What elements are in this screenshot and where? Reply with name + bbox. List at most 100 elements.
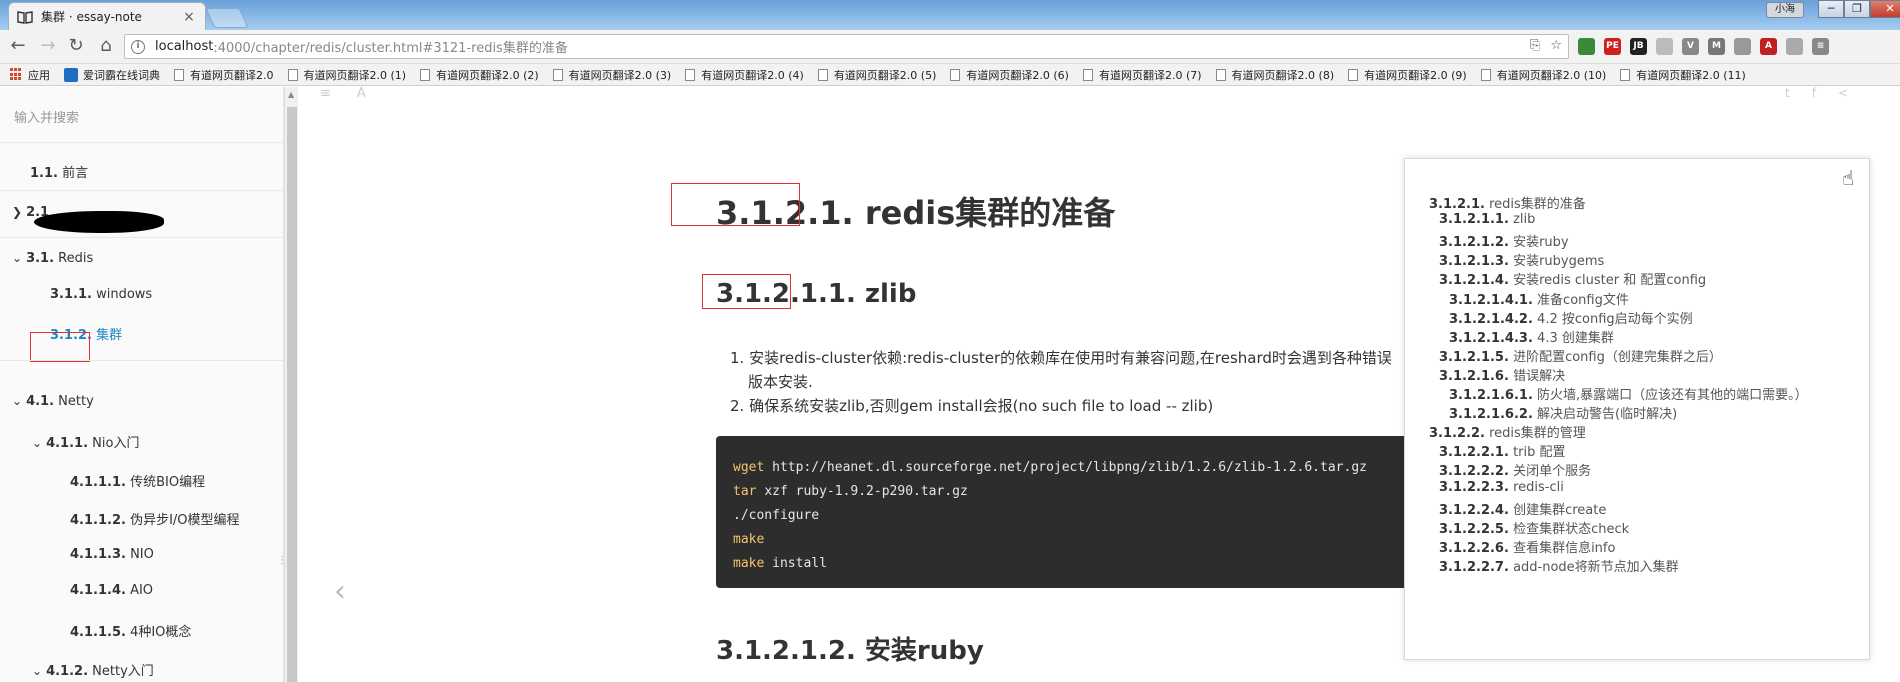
floating-toc-panel: 3.1.2.1. redis集群的准备 3.1.2.1.1. zlib 3.1.2.… bbox=[1404, 158, 1870, 660]
browser-toolbar: ← → ↻ ⌂ i localhost:4000/chapter/redis/c… bbox=[0, 30, 1900, 64]
pdf-ext-icon[interactable]: A bbox=[1760, 38, 1777, 55]
maximize-button[interactable]: ❐ bbox=[1844, 0, 1870, 18]
bookmark-item[interactable]: 有道网页翻译2.0 bbox=[174, 67, 274, 83]
bookmark-item[interactable]: 有道网页翻译2.0 (1) bbox=[287, 67, 406, 83]
back-arrow-icon[interactable]: ← bbox=[6, 35, 30, 59]
bookmark-item[interactable]: 有道网页翻译2.0 (8) bbox=[1215, 67, 1334, 83]
sidebar-item-pseudo-async[interactable]: 4.1.1.2. 伪异步I/O模型编程 bbox=[0, 509, 283, 528]
pe-ext-icon[interactable]: PE bbox=[1604, 38, 1621, 55]
floating-toc-item[interactable]: 3.1.2.2.7. add-node将新节点加入集群 bbox=[1439, 556, 1679, 575]
bookmark-item[interactable]: 有道网页翻译2.0 (5) bbox=[817, 67, 936, 83]
redacted-label bbox=[34, 211, 164, 233]
jb-ext-icon[interactable]: JB bbox=[1630, 38, 1647, 55]
floating-toc-item[interactable]: 3.1.2.2.4. 创建集群create bbox=[1439, 499, 1606, 518]
chevron-down-icon: ⌄ bbox=[12, 394, 23, 408]
window-user-badge[interactable]: 小海 bbox=[1766, 2, 1804, 18]
home-icon[interactable]: ⌂ bbox=[94, 35, 118, 59]
translate-icon[interactable]: ⎘ bbox=[1530, 38, 1540, 53]
floating-toc-item[interactable]: 3.1.2.1.6.1. 防火墙,暴露端口（应该还有其他的端口需要。） bbox=[1449, 384, 1808, 403]
close-window-button[interactable]: ✕ bbox=[1870, 0, 1900, 18]
floating-toc-item[interactable]: 3.1.2.1.3. 安装rubygems bbox=[1439, 250, 1604, 269]
bookmark-item[interactable]: 有道网页翻译2.0 (9) bbox=[1348, 67, 1467, 83]
sidebar-item-netty[interactable]: ⌄ 4.1. Netty bbox=[0, 394, 283, 409]
sidebar-item-nio[interactable]: ⌄ 4.1.1. Nio入门 bbox=[0, 432, 283, 451]
floating-toc-item[interactable]: 3.1.2.2.2. 关闭单个服务 bbox=[1439, 460, 1591, 479]
reload-icon[interactable]: ↻ bbox=[64, 35, 88, 59]
code-line: make bbox=[733, 532, 765, 547]
chevron-down-icon: ⌄ bbox=[32, 664, 43, 678]
prev-page-chevron-icon[interactable]: ‹ bbox=[334, 574, 346, 609]
scroll-up-icon[interactable]: ▲ bbox=[288, 90, 294, 99]
bookmark-item[interactable]: 有道网页翻译2.0 (2) bbox=[420, 67, 539, 83]
forward-arrow-icon[interactable]: → bbox=[36, 35, 60, 59]
floating-toc-item[interactable]: 3.1.2.1.6. 错误解决 bbox=[1439, 365, 1565, 384]
sidebar-item-redis[interactable]: ⌄ 3.1. Redis bbox=[0, 251, 283, 266]
annotation-box bbox=[30, 332, 90, 362]
sidebar-item-io-concepts[interactable]: 4.1.1.5. 4种IO概念 bbox=[0, 621, 283, 640]
sidebar-item-netty-intro[interactable]: ⌄ 4.1.2. Netty入门 bbox=[0, 660, 283, 679]
shield-ext-icon[interactable] bbox=[1656, 38, 1673, 55]
bookmark-item[interactable]: 有道网页翻译2.0 (4) bbox=[685, 67, 804, 83]
page-icon bbox=[287, 68, 298, 81]
bookmark-item[interactable]: 有道网页翻译2.0 (11) bbox=[1620, 67, 1746, 83]
tab-close-icon[interactable]: × bbox=[181, 9, 197, 25]
floating-toc-item[interactable]: 3.1.2.1.4.2. 4.2 按config启动每个实例 bbox=[1449, 308, 1693, 327]
floating-toc-item[interactable]: 3.1.2.2.6. 查看集群信息info bbox=[1439, 537, 1615, 556]
hand-cursor-icon: ☝ bbox=[1842, 166, 1855, 190]
resize-handle-icon[interactable]: ⋮ bbox=[277, 555, 287, 566]
floating-toc-item[interactable]: 3.1.2.2. redis集群的管理 bbox=[1429, 422, 1586, 441]
minimize-button[interactable]: ─ bbox=[1818, 0, 1844, 18]
floating-toc-item[interactable]: 3.1.2.1.6.2. 解决启动警告(临时解决) bbox=[1449, 403, 1677, 422]
floating-toc-item[interactable]: 3.1.2.1.4.1. 准备config文件 bbox=[1449, 289, 1629, 308]
chevron-down-icon: ⌄ bbox=[12, 251, 23, 265]
sidebar-scrollbar[interactable]: ▲ bbox=[284, 87, 298, 682]
bookmark-iciba[interactable]: 爱词霸在线词典 bbox=[64, 67, 160, 83]
new-tab-button[interactable] bbox=[205, 8, 249, 28]
sidebar-item-preface[interactable]: 1.1. 前言 bbox=[0, 162, 283, 181]
v-ext-icon[interactable]: V bbox=[1682, 38, 1699, 55]
floating-toc-item[interactable]: 3.1.2.1.5. 进阶配置config（创建完集群之后） bbox=[1439, 346, 1722, 365]
scroll-thumb[interactable] bbox=[287, 107, 297, 682]
floating-toc-item[interactable]: 3.1.2.1. redis集群的准备 bbox=[1429, 193, 1586, 212]
floating-toc-item[interactable]: 3.1.2.2.5. 检查集群状态check bbox=[1439, 518, 1629, 537]
info-icon[interactable]: i bbox=[131, 39, 145, 54]
address-bar[interactable]: i localhost:4000/chapter/redis/cluster.h… bbox=[124, 34, 1569, 59]
annotation-box bbox=[671, 183, 800, 226]
bookmark-item[interactable]: 有道网页翻译2.0 (7) bbox=[1082, 67, 1202, 83]
book-summary-sidebar: 输入并搜索 1.1. 前言 ❯ 2.1 ⌄ 3.1. Redis 3.1.1. wi… bbox=[0, 87, 284, 682]
color-ext-icon[interactable] bbox=[1786, 38, 1803, 55]
floating-toc-item[interactable]: 3.1.2.2.1. trib 配置 bbox=[1439, 441, 1566, 460]
share-icon[interactable]: < bbox=[1838, 86, 1848, 100]
bookmark-apps[interactable]: 应用 bbox=[10, 67, 50, 83]
bookmark-star-icon[interactable]: ☆ bbox=[1550, 38, 1562, 53]
mail-ext-icon[interactable]: M bbox=[1708, 38, 1725, 55]
page-icon bbox=[1348, 68, 1359, 81]
page-icon bbox=[1215, 68, 1226, 81]
sidebar-item-windows[interactable]: 3.1.1. windows bbox=[0, 287, 283, 302]
sidebar-item-aio[interactable]: 4.1.1.4. AIO bbox=[0, 583, 283, 598]
twitter-icon[interactable]: t bbox=[1785, 86, 1790, 100]
bookmark-item[interactable]: 有道网页翻译2.0 (3) bbox=[552, 67, 671, 83]
sidebar-item-nio-sub[interactable]: 4.1.1.3. NIO bbox=[0, 547, 283, 562]
menu-ext-icon[interactable]: ≡ bbox=[1812, 38, 1829, 55]
floating-toc-item[interactable]: 3.1.2.2.3. redis-cli bbox=[1439, 480, 1564, 495]
search-input[interactable]: 输入并搜索 bbox=[0, 87, 283, 143]
floating-toc-item[interactable]: 3.1.2.1.4. 安装redis cluster 和 配置config bbox=[1439, 269, 1706, 288]
font-settings-icon[interactable]: A bbox=[357, 86, 366, 101]
floating-toc-item[interactable]: 3.1.2.1.1. zlib bbox=[1439, 212, 1535, 227]
bookmark-item[interactable]: 有道网页翻译2.0 (6) bbox=[950, 67, 1069, 83]
facebook-icon[interactable]: f bbox=[1812, 86, 1816, 100]
page-icon bbox=[174, 68, 184, 81]
browser-tab[interactable]: 集群 · essay-note × bbox=[8, 2, 206, 30]
chevron-down-icon: ⌄ bbox=[32, 436, 43, 450]
clock-ext-icon[interactable] bbox=[1734, 38, 1751, 55]
floating-toc-item[interactable]: 3.1.2.1.4.3. 4.3 创建集群 bbox=[1449, 327, 1614, 346]
menu-toggle-icon[interactable]: ≡ bbox=[320, 86, 331, 101]
floating-toc-item[interactable]: 3.1.2.1.2. 安装ruby bbox=[1439, 231, 1569, 250]
sidebar-item-bio[interactable]: 4.1.1.1. 传统BIO编程 bbox=[0, 471, 283, 490]
page-icon bbox=[1480, 68, 1491, 81]
chrome-ext-icon[interactable] bbox=[1578, 38, 1595, 55]
book-icon bbox=[17, 10, 33, 24]
bookmark-item[interactable]: 有道网页翻译2.0 (10) bbox=[1480, 67, 1606, 83]
page-icon bbox=[552, 68, 563, 81]
